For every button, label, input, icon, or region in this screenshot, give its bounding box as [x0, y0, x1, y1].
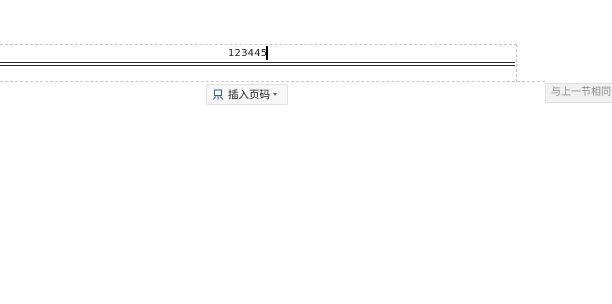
insert-page-number-button[interactable]: 插入页码 [206, 84, 288, 105]
link-to-previous-button[interactable]: 与上一节相同 [545, 83, 612, 103]
chevron-down-icon [273, 93, 277, 96]
header-double-rule [0, 62, 515, 66]
text-cursor [266, 46, 268, 60]
insert-page-number-label: 插入页码 [228, 88, 270, 101]
header-text[interactable]: 123445 [228, 47, 267, 61]
page-number-icon [212, 89, 224, 101]
header-bottom-border [0, 81, 545, 82]
